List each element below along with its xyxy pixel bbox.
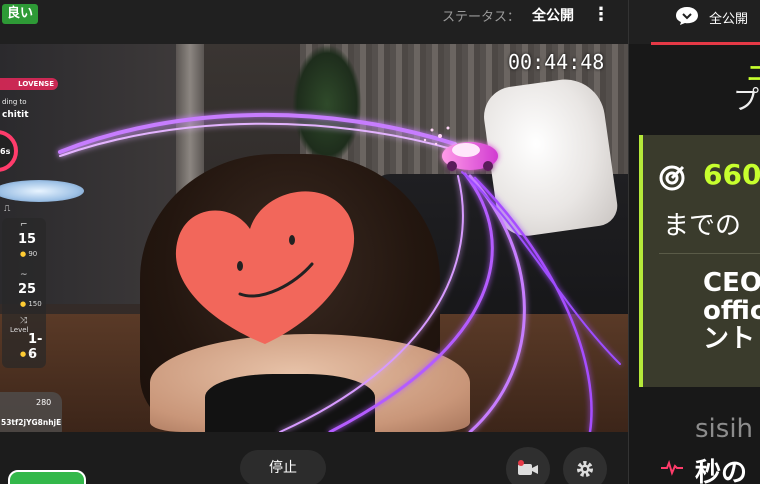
goal-text: までの: [663, 211, 742, 241]
chat-bubble-icon: [676, 7, 698, 25]
row3-level-label: Level: [10, 326, 29, 334]
widget-footer: 280 53tf2jYG8nhjE: [0, 392, 62, 432]
tab-public[interactable]: 全公開: [709, 8, 748, 27]
status-label: ステータス：: [442, 10, 521, 25]
video-preview: 00:44:48 LOVENSE ding to chitit 6s ⎍ ⌐ 1…: [0, 44, 628, 432]
row2-tokens-value: 150: [28, 300, 42, 308]
level-panel: ⌐ 15 ● 90 ~ 25 ● 150 ⤨ Level 1-6 ● 9: [2, 218, 46, 368]
row2-icon: ~: [20, 270, 28, 280]
plan-text: プ: [733, 86, 760, 116]
row1-tokens-value: 90: [28, 250, 38, 258]
video-camera-icon: [518, 460, 538, 475]
active-tab-indicator: [651, 42, 760, 45]
chat-tab-bar: 全公開: [629, 0, 760, 45]
row3-tokens: ● 9: [20, 350, 33, 358]
camera-button[interactable]: [506, 447, 550, 484]
row1-tokens: ● 90: [20, 250, 37, 258]
row3-tokens-value: 9: [28, 350, 33, 358]
coin-icon: ●: [20, 250, 27, 258]
row3-icon: ⤨: [20, 316, 28, 326]
settings-button[interactable]: [563, 447, 607, 484]
row2-tokens: ● 150: [20, 300, 42, 308]
row2-value: 25: [18, 282, 37, 297]
gear-icon: [577, 461, 593, 477]
status-bar: 良い ステータス： 全公開 ⋮: [0, 0, 628, 44]
more-options-icon[interactable]: ⋮: [592, 4, 610, 26]
goal-description: CEO offic ント: [703, 268, 760, 354]
card-divider: [659, 253, 760, 254]
widget-footer-count: 280: [36, 398, 52, 407]
toy-widget: LOVENSE ding to chitit 6s ⎍ ⌐ 15 ● 90 ~ …: [0, 70, 84, 432]
stop-button[interactable]: 停止: [240, 450, 326, 484]
start-button[interactable]: [8, 470, 86, 484]
target-icon: [659, 165, 685, 191]
chat-message: 秒の: [695, 458, 748, 484]
chat-panel: 全公開 ニ プ 6604 までの CEO offic ント sisih 秒の: [628, 0, 760, 484]
goal-number: 6604: [703, 158, 760, 191]
row1-icon: ⌐: [20, 220, 28, 230]
goal-card: 6604 までの CEO offic ント: [639, 135, 760, 387]
timer-ring-value: 6s: [0, 147, 11, 156]
widget-caption: ding to: [2, 98, 27, 106]
chat-username: sisih: [695, 414, 754, 444]
wave-icon: ⎍: [4, 204, 11, 214]
heart-face-sticker: [175, 191, 355, 344]
row1-value: 15: [18, 232, 37, 247]
car-icon: [442, 142, 498, 171]
stream-timer: 00:44:48: [508, 50, 605, 74]
widget-brand: LOVENSE: [0, 78, 58, 90]
effect-overlay: [58, 112, 621, 432]
widget-footer-id: 53tf2jYG8nhjE: [1, 418, 62, 427]
coin-icon: ●: [20, 350, 27, 358]
coin-icon: ●: [20, 300, 27, 308]
widget-username: chitit: [2, 110, 29, 120]
status-value[interactable]: 全公開: [532, 5, 574, 25]
pulse-icon: [661, 460, 683, 476]
quality-badge: 良い: [2, 4, 39, 24]
